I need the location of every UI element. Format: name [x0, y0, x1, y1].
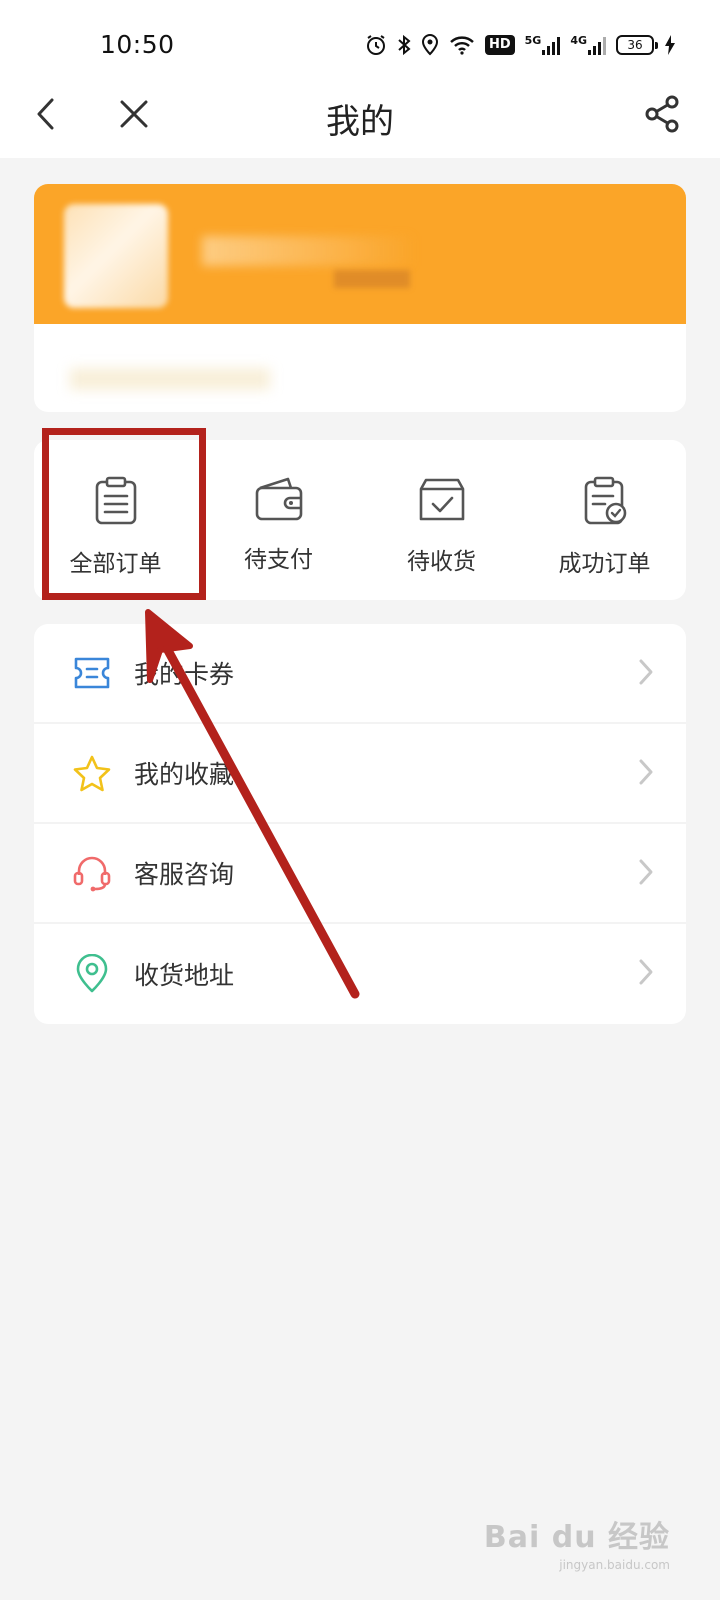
status-time: 10:50 [100, 30, 175, 59]
page-title: 我的 [326, 102, 394, 142]
signal-4g: 4G [570, 35, 606, 55]
battery-level: 36 [627, 38, 643, 52]
watermark-url: jingyan.baidu.com [559, 1558, 670, 1572]
share-button[interactable] [640, 92, 684, 136]
menu-label: 我的卡券 [134, 660, 235, 689]
bluetooth-icon [397, 34, 411, 56]
chevron-right-icon [638, 858, 654, 890]
order-pending-payment[interactable]: 待支付 [197, 440, 360, 600]
profile-header [34, 184, 686, 324]
clipboard-icon [95, 476, 136, 525]
clipboard-check-icon [584, 476, 626, 525]
location-pin-icon [72, 954, 112, 994]
chevron-right-icon [638, 958, 654, 990]
battery-indicator: 36 [616, 35, 658, 55]
headset-icon [72, 853, 112, 893]
share-icon [645, 95, 679, 133]
order-label: 待支付 [244, 547, 313, 573]
blurred-user-id [334, 270, 410, 288]
alarm-icon [365, 34, 387, 56]
signal-bars-icon [542, 35, 561, 55]
menu-label: 收货地址 [134, 961, 235, 990]
watermark-logo-text: Bai du 经验 [483, 1520, 670, 1555]
wifi-icon [449, 35, 475, 55]
box-check-icon [419, 478, 464, 521]
order-pending-delivery[interactable]: 待收货 [360, 440, 523, 600]
avatar[interactable] [64, 204, 168, 308]
menu-item-favorites[interactable]: 我的收藏 [34, 724, 686, 824]
order-label: 待收货 [407, 549, 476, 575]
profile-card[interactable] [34, 184, 686, 412]
charging-icon [664, 34, 676, 56]
menu-list: 我的卡券 我的收藏 客服咨询 收货地址 [34, 624, 686, 1024]
chevron-right-icon [638, 658, 654, 690]
order-completed[interactable]: 成功订单 [523, 440, 686, 600]
order-all[interactable]: 全部订单 [34, 440, 197, 600]
hd-badge: HD [484, 35, 515, 55]
profile-footer [34, 324, 686, 412]
blurred-info [70, 368, 270, 390]
star-icon [72, 753, 112, 793]
screen: 10:50 HD 5G 4G 36 我的 全部订单 待支付 待收货 成功订单 我… [0, 0, 720, 1600]
watermark: Bai du 经验 jingyan.baidu.com [484, 1512, 670, 1572]
orders-card: 全部订单 待支付 待收货 成功订单 [34, 440, 686, 600]
status-icons: HD 5G 4G 36 [365, 30, 676, 60]
chevron-right-icon [638, 758, 654, 790]
network-5g-label: 5G [524, 34, 542, 47]
network-4g-label: 4G [570, 34, 587, 47]
menu-label: 我的收藏 [134, 760, 235, 789]
order-label: 成功订单 [558, 551, 651, 577]
coupon-icon [72, 653, 112, 693]
blurred-username [202, 236, 412, 266]
location-icon [421, 34, 439, 56]
signal-bars-icon [588, 35, 606, 55]
menu-item-coupons[interactable]: 我的卡券 [34, 624, 686, 724]
menu-item-address[interactable]: 收货地址 [34, 924, 686, 1024]
wallet-icon [255, 477, 302, 521]
order-label: 全部订单 [69, 551, 162, 577]
signal-5g: 5G [525, 35, 561, 55]
menu-label: 客服咨询 [134, 860, 235, 889]
menu-item-customer-service[interactable]: 客服咨询 [34, 824, 686, 924]
nav-bar: 我的 [0, 70, 720, 158]
